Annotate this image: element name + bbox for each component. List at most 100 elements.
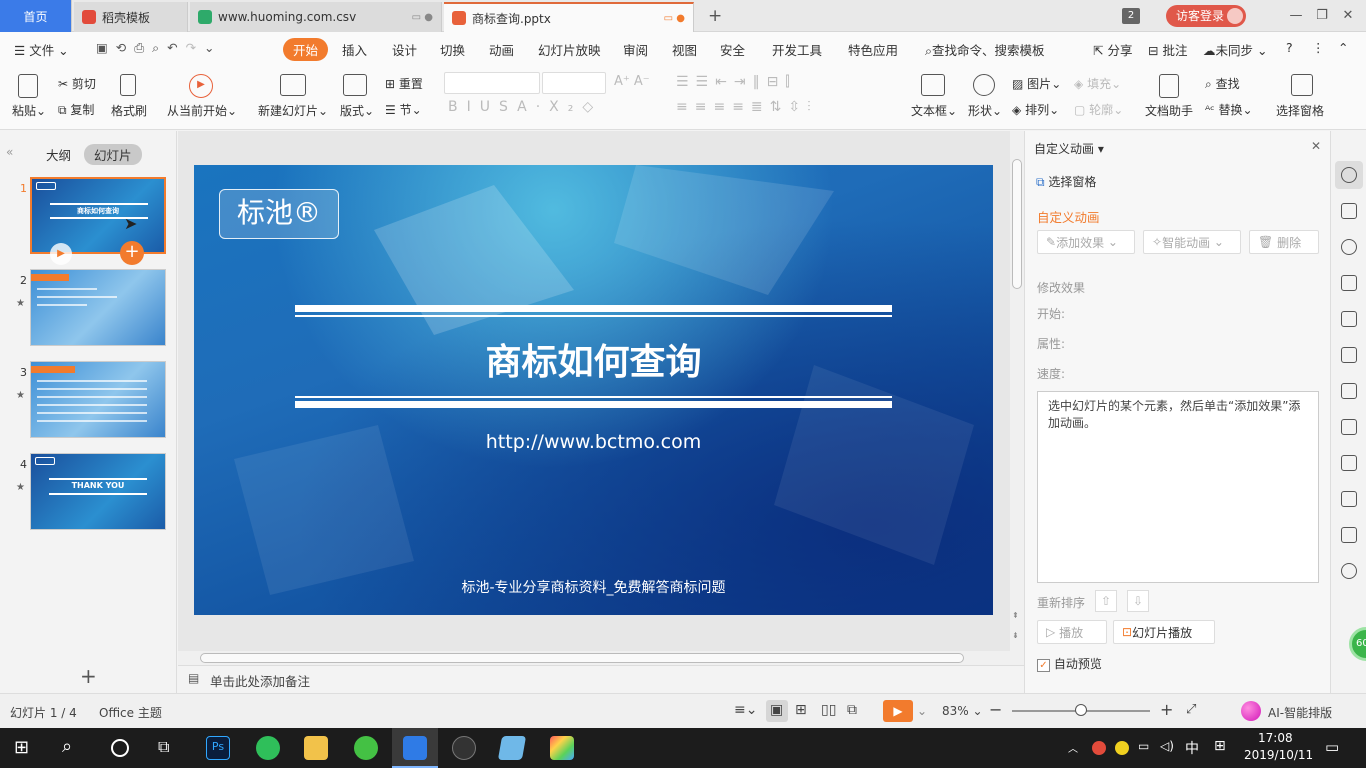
share-rail-icon[interactable] (1341, 419, 1357, 435)
notes-app-icon[interactable] (497, 736, 527, 760)
menu-tab-slideshow[interactable]: 幻灯片放映 (538, 40, 601, 59)
tray-app-icon[interactable] (1115, 741, 1129, 755)
cut-button[interactable]: ✂ 剪切 (58, 75, 96, 92)
text-box-button[interactable]: 文本框⌄ (911, 102, 957, 119)
wps-icon[interactable] (403, 736, 427, 760)
slide-sorter-icon[interactable]: ⊞ (795, 702, 807, 718)
save-icon[interactable]: ▣ (96, 40, 108, 55)
add-slide-icon[interactable]: + (120, 241, 144, 265)
list-toolbar[interactable]: ☰☰⇤⇥‖⊟⫿ (676, 74, 797, 90)
paste-icon[interactable] (18, 74, 38, 98)
vertical-scrollbar-track[interactable]: ⇞ ⇟ (1010, 131, 1024, 665)
font-style-toolbar[interactable]: BIUSA·X₂◇ (448, 99, 602, 115)
recorder-icon[interactable] (452, 736, 476, 760)
wechat-icon[interactable] (354, 736, 378, 760)
tray-app-icon[interactable] (1092, 741, 1106, 755)
minimize-icon[interactable]: — (1286, 6, 1306, 26)
customize-icon[interactable]: ⌄ (204, 40, 214, 55)
paste-button[interactable]: 粘贴⌄ (12, 102, 46, 119)
play-from-current-button[interactable]: 从当前开始⌄ (167, 102, 237, 119)
find-button[interactable]: ⌕ 查找 (1205, 75, 1240, 92)
task-view-icon[interactable]: ⧉ (158, 737, 169, 757)
autopreview-checkbox[interactable]: ✓ 自动预览 (1037, 655, 1102, 672)
menu-tab-insert[interactable]: 插入 (342, 40, 367, 59)
play-from-current-icon[interactable]: ▶ (189, 74, 213, 98)
add-effect-button[interactable]: ✎ 添加效果 ⌄ (1037, 230, 1135, 254)
battery-icon[interactable]: ▭ (1138, 739, 1149, 753)
zoom-out-icon[interactable]: − (989, 700, 1002, 719)
new-slide-icon[interactable] (280, 74, 306, 96)
slideshow-options-icon[interactable]: ⌄ (917, 704, 927, 718)
theme-name[interactable]: Office 主题 (99, 704, 162, 721)
move-up-icon[interactable]: ⇧ (1095, 590, 1117, 612)
font-name-select[interactable] (444, 72, 540, 94)
menu-tab-developer[interactable]: 开发工具 (772, 40, 822, 59)
horizontal-scrollbar-thumb[interactable] (200, 653, 964, 663)
audio-rail-icon[interactable] (1341, 527, 1357, 543)
ai-layout-button[interactable]: AI-智能排版 (1268, 704, 1332, 721)
panel-title[interactable]: 自定义动画 ▾ (1034, 140, 1104, 157)
normal-view-icon[interactable]: ▣ (770, 702, 783, 718)
undo-icon[interactable]: ↶ (167, 40, 177, 55)
doc-helper-button[interactable]: 文档助手 (1145, 102, 1193, 119)
archive-rail-icon[interactable] (1341, 455, 1357, 471)
play-slideshow-icon[interactable]: ▶ (883, 700, 913, 722)
file-explorer-icon[interactable] (304, 736, 328, 760)
slide-thumbnail-3[interactable] (30, 361, 166, 438)
replace-button[interactable]: ᴬᶜ 替换⌄ (1205, 101, 1253, 118)
collapse-ribbon-icon[interactable]: ⌃ (1338, 40, 1348, 55)
layout-icon[interactable] (343, 74, 367, 96)
slide-canvas[interactable]: 标池® 商标如何查询 http://www.bctmo.com 标池-专业分享商… (194, 165, 993, 615)
format-painter-icon[interactable] (120, 74, 136, 96)
cortana-icon[interactable] (111, 739, 129, 757)
shape-icon[interactable] (973, 74, 995, 96)
animation-rail-icon[interactable] (1341, 167, 1357, 183)
file-menu[interactable]: ☰ 文件 ⌄ (14, 40, 69, 59)
presenter-view-icon[interactable]: ⧉ (847, 702, 857, 718)
reading-view-icon[interactable]: ▯▯ (821, 702, 836, 718)
slide-title[interactable]: 商标如何查询 (194, 333, 993, 385)
tab-home[interactable]: 首页 (0, 0, 72, 32)
ime-mode-icon[interactable]: ⊞ (1214, 738, 1226, 754)
browser-360-icon[interactable] (256, 736, 280, 760)
login-button[interactable]: 访客登录 (1166, 5, 1246, 27)
slideshow-button[interactable]: ⊡ 幻灯片播放 (1113, 620, 1215, 644)
restore-icon[interactable]: ❐ (1312, 6, 1332, 26)
shape-rail-icon[interactable] (1341, 239, 1357, 255)
notes-bar[interactable]: ▤ 单击此处添加备注 (178, 665, 1024, 693)
reset-button[interactable]: ⊞ 重置 (385, 75, 423, 92)
slides-tab[interactable]: 幻灯片 (84, 144, 142, 165)
shape-button[interactable]: 形状⌄ (968, 102, 1002, 119)
slide-thumbnail-1[interactable]: 商标如何查询 (30, 177, 166, 254)
slide-logo[interactable]: 标池® (219, 189, 339, 239)
vertical-scrollbar-thumb[interactable] (1012, 159, 1022, 289)
layout-button[interactable]: 版式⌄ (340, 102, 374, 119)
notes-toggle-icon[interactable]: ≡⌄ (734, 702, 757, 718)
text-box-icon[interactable] (921, 74, 945, 96)
select-pane-button[interactable]: 选择窗格 (1276, 102, 1324, 119)
design-rail-icon[interactable] (1341, 275, 1357, 291)
slide-footer[interactable]: 标池-专业分享商标资料_免费解答商标问题 (194, 577, 993, 597)
more-icon[interactable]: ⋮ (1312, 40, 1325, 55)
comment-button[interactable]: ⊟ 批注 (1148, 40, 1187, 59)
menu-tab-review[interactable]: 审阅 (623, 40, 648, 59)
font-grow-shrink-icons[interactable]: A⁺ A⁻ (614, 74, 650, 89)
outline-button[interactable]: ▢ 轮廓⌄ (1074, 101, 1123, 118)
picture-button[interactable]: ▨ 图片⌄ (1012, 75, 1061, 92)
section-button[interactable]: ☰ 节⌄ (385, 101, 422, 118)
format-painter-button[interactable]: 格式刷 (111, 102, 147, 119)
preview-icon[interactable]: ⌕ (152, 40, 159, 55)
menu-tab-transition[interactable]: 切换 (440, 40, 465, 59)
tray-expand-icon[interactable]: ︿ (1068, 740, 1078, 755)
tab-csv[interactable]: www.huoming.com.csv ▭ ● (190, 2, 442, 32)
title-top-line[interactable] (295, 305, 892, 312)
zoom-level[interactable]: 83% ⌄ (942, 704, 983, 718)
menu-tab-security[interactable]: 安全 (720, 40, 745, 59)
clock-time[interactable]: 17:08 (1258, 731, 1293, 745)
tab-modified-icon[interactable]: ▭ ● (664, 13, 685, 24)
history-rail-icon[interactable] (1341, 563, 1357, 579)
delete-button[interactable]: 🗑 删除 (1249, 230, 1319, 254)
ime-indicator[interactable]: 中 (1185, 738, 1199, 758)
quick-access-toolbar[interactable]: ▣ ⟲ ⎙ ⌕ ↶ ↷ ⌄ (96, 40, 215, 56)
zoom-slider-thumb[interactable] (1075, 704, 1087, 716)
